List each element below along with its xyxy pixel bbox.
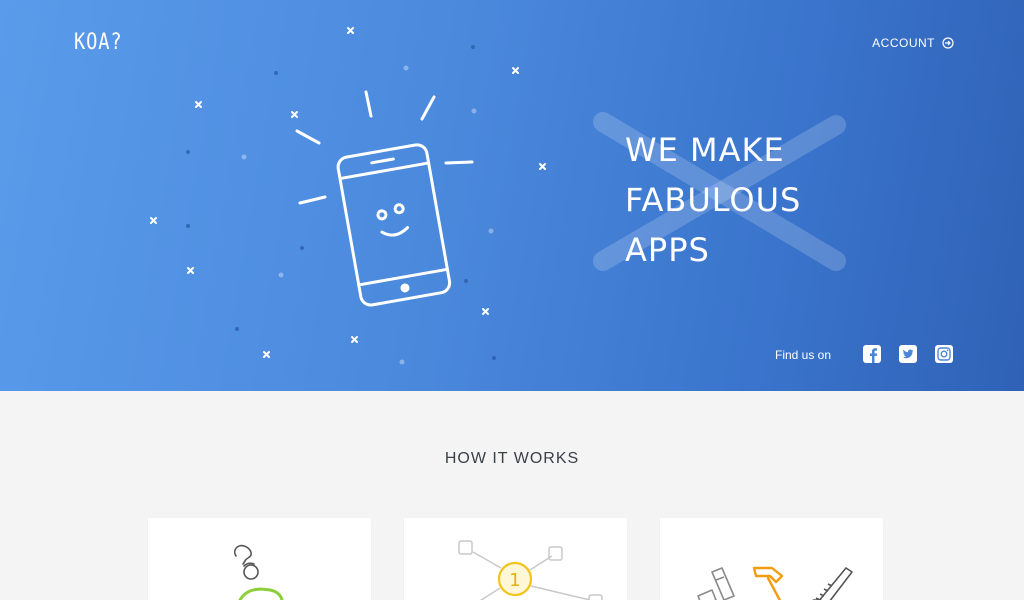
tools-icon xyxy=(697,566,853,600)
headline-line-2: FABULOUS xyxy=(625,181,802,219)
network-number-one-icon: 1 xyxy=(458,540,603,600)
logo[interactable]: KOA? xyxy=(74,30,122,55)
piggy-bank-coin-icon xyxy=(233,544,284,600)
hammer-icon xyxy=(752,566,784,600)
brush-icon xyxy=(697,567,735,600)
smiling-phone-icon xyxy=(295,90,474,307)
hero-banner: KOA? ACCOUNT WE MAKE FABULOUS APPS Find … xyxy=(0,0,1024,391)
network-badge-number: 1 xyxy=(509,570,520,591)
how-card-build[interactable]: 1 xyxy=(404,518,627,600)
how-card-tools[interactable] xyxy=(660,518,883,600)
account-button[interactable]: ACCOUNT xyxy=(872,36,954,50)
sparkle-stars xyxy=(241,65,494,365)
hero-headline: WE MAKE FABULOUS APPS xyxy=(625,125,801,275)
headline-line-3: APPS xyxy=(625,231,710,269)
how-it-works-title: HOW IT WORKS xyxy=(444,450,580,467)
find-us-label: Find us on xyxy=(775,348,832,362)
sparkle-crosses xyxy=(150,27,546,358)
sign-in-icon xyxy=(942,37,954,49)
account-label: ACCOUNT xyxy=(872,36,935,50)
instagram-icon[interactable] xyxy=(935,345,953,363)
how-card-save[interactable] xyxy=(148,518,371,600)
headline-line-1: WE MAKE xyxy=(625,131,785,169)
saw-icon xyxy=(812,567,853,600)
hero-decoration xyxy=(150,27,846,365)
twitter-icon[interactable] xyxy=(899,345,917,363)
sparkle-dots xyxy=(186,45,496,360)
facebook-icon[interactable] xyxy=(863,345,881,363)
